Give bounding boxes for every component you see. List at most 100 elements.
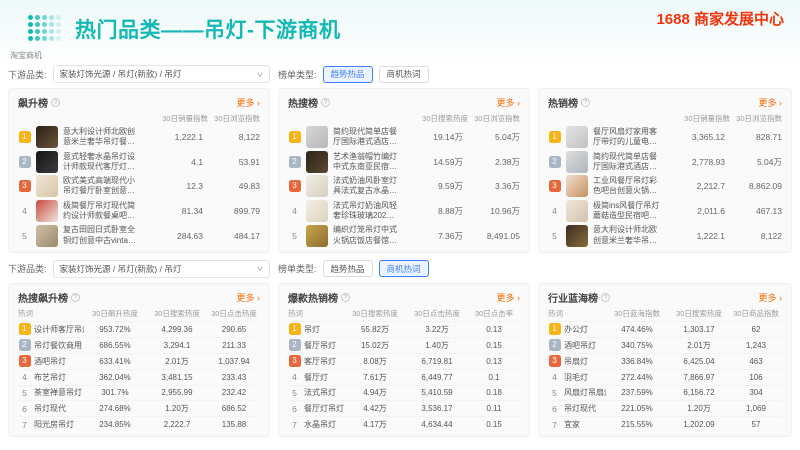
product-row[interactable]: 3 工业风餐厅吊灯彩色吧台创意火锅奶茶店铺超市单头灯理发店灯罩 2,212.7 … — [548, 174, 782, 199]
keyword-row[interactable]: 1设计师客厅吊灯 953.72% 4,299.36 290.65 — [18, 321, 260, 337]
category-select[interactable]: 家装灯饰光源 / 吊灯(新款) / 吊灯 ∨ — [53, 260, 270, 278]
metric-value-2: 1.40万 — [406, 340, 468, 351]
metric-value-1: 234.85% — [84, 420, 146, 429]
product-row[interactable]: 1 意大利设计师北欧创意米兰奢华吊灯餐厅客厅卧室复式楼梯纱玻璃吊灯 1,222.… — [18, 125, 260, 150]
rank-badge: 3 — [289, 180, 301, 192]
product-row[interactable]: 5 编织灯笼吊灯中式火锅店饭店餐馆竹艺灯店铺商用民宿茶室日式灯具 7.36万 8… — [288, 223, 520, 248]
keyword-row[interactable]: 3客厅吊灯 8.08万 6,719.81 0.13 — [288, 353, 520, 369]
metric-value-1: 215.55% — [606, 420, 668, 429]
keyword-row[interactable]: 7水晶吊灯 4.17万 4,634.44 0.15 — [288, 416, 520, 432]
product-thumbnail — [306, 126, 328, 148]
metric-value-3: 211.33 — [208, 341, 260, 350]
product-row[interactable]: 3 欧式美式高端现代小吊灯餐厅卧室创意个性北欧玉石水晶复古灯具 12.3 49.… — [18, 174, 260, 199]
keyword-text: 设计师客厅吊灯 — [34, 324, 84, 335]
info-icon[interactable]: ? — [601, 293, 610, 302]
metric-value-2: 3.36万 — [468, 180, 520, 192]
metric-value-2: 1.20万 — [668, 403, 730, 414]
product-row[interactable]: 2 艺术渔翁帽竹编灯中式东南亚民宿禅意灯日式餐厅民宿酒店竹艺吊灯 14.59万 … — [288, 150, 520, 175]
metric-value-2: 8,122 — [730, 231, 782, 241]
keyword-text: 酒吧吊灯 — [34, 356, 66, 367]
keyword-row[interactable]: 4餐厅灯 7.61万 6,449.77 0.1 — [288, 369, 520, 385]
rank-badge: 2 — [549, 339, 561, 351]
metric-value-1: 284.63 — [143, 231, 203, 241]
keyword-row[interactable]: 4羽毛灯 272.44% 7,866.97 106 — [548, 369, 782, 385]
info-icon[interactable]: ? — [341, 293, 350, 302]
metric-value-2: 1.20万 — [146, 403, 208, 414]
metric-value-2: 3,481.15 — [146, 373, 208, 382]
metric-value-1: 3,365.12 — [665, 132, 725, 142]
keyword-text: 办公灯 — [564, 324, 588, 335]
rank-badge: 3 — [549, 355, 561, 367]
product-title: 艺术渔翁帽竹编灯中式东南亚民宿禅意灯日式餐厅民宿酒店竹艺吊灯 — [333, 152, 398, 173]
type-option-趋势热品[interactable]: 趋势热品 — [323, 66, 373, 83]
keyword-row[interactable]: 2餐厅吊灯 15.02万 1.40万 0.15 — [288, 337, 520, 353]
brand-1688-label: 1688 商家发展中心 — [656, 8, 784, 29]
rank-number: 4 — [18, 206, 31, 216]
info-icon[interactable]: ? — [71, 293, 80, 302]
product-row[interactable]: 3 法式奶油风卧室灯具法式复古水晶吊灯2024新款客厅主卧餐厅中山灯具 9.59… — [288, 174, 520, 199]
type-option-商机热词[interactable]: 商机热词 — [379, 260, 429, 277]
rank-badge: 1 — [549, 131, 561, 143]
column-headers: 30日销量指数 30日浏览指数 — [18, 111, 260, 125]
keyword-row[interactable]: 6吊灯现代 221.05% 1.20万 1,069 — [548, 400, 782, 416]
keyword-row[interactable]: 7宜家 215.55% 1,202.09 57 — [548, 416, 782, 432]
info-icon[interactable]: ? — [51, 98, 60, 107]
keyword-row[interactable]: 6吊灯现代 274.68% 1.20万 686.52 — [18, 400, 260, 416]
metric-value-3: 1,037.94 — [208, 357, 260, 366]
info-icon[interactable]: ? — [581, 98, 590, 107]
keyword-row[interactable]: 3吊扇灯 336.84% 6,425.04 463 — [548, 353, 782, 369]
type-option-商机热词[interactable]: 商机热词 — [379, 66, 429, 83]
column-header: 30日浏览指数 — [730, 113, 782, 124]
product-row[interactable]: 4 极简餐厅吊灯现代简约设计师款餐桌吧台射灯创意轻奢一字长条灯具 81.34 8… — [18, 199, 260, 224]
keyword-row[interactable]: 5风扇灯吊扇灯 237.59% 6,156.72 304 — [548, 385, 782, 401]
more-link[interactable]: 更多 › — [759, 96, 783, 109]
info-icon[interactable]: ? — [321, 98, 330, 107]
keyword-row[interactable]: 2酒吧吊灯 340.75% 2.01万 1,243 — [548, 337, 782, 353]
metric-value-1: 9.59万 — [403, 180, 463, 192]
metric-value-1: 8.88万 — [403, 205, 463, 217]
more-link[interactable]: 更多 › — [237, 96, 261, 109]
product-row[interactable]: 1 简约现代简单店餐厅国际港式酒店用灯店铺商用灯创意个性球形橱窗灯具 19.14… — [288, 125, 520, 150]
type-option-趋势热品[interactable]: 趋势热品 — [323, 260, 373, 277]
metric-value-3: 463 — [730, 357, 782, 366]
column-header: 热词 — [18, 308, 84, 319]
product-row[interactable]: 1 餐厅风扇灯家用客厅带灯的儿童电扇小型卧室北欧吸顶灯 3,365.12 828… — [548, 125, 782, 150]
more-link[interactable]: 更多 › — [497, 291, 521, 304]
metric-value-1: 15.02万 — [344, 340, 406, 351]
more-link[interactable]: 更多 › — [497, 96, 521, 109]
keyword-text: 客厅吊灯 — [304, 356, 336, 367]
keyword-row[interactable]: 1吊灯 55.82万 3.22万 0.13 — [288, 321, 520, 337]
metric-value-1: 686.55% — [84, 341, 146, 350]
keyword-text: 宜家 — [564, 419, 580, 430]
category-select[interactable]: 家装灯饰光源 / 吊灯(新款) / 吊灯 ∨ — [53, 65, 270, 83]
keyword-row[interactable]: 1办公灯 474.46% 1,303.17 62 — [548, 321, 782, 337]
metric-value-2: 6,156.72 — [668, 388, 730, 397]
metric-value-2: 828.71 — [730, 132, 782, 142]
metric-value-2: 6,425.04 — [668, 357, 730, 366]
metric-value-3: 135.88 — [208, 420, 260, 429]
keyword-row[interactable]: 3酒吧吊灯 633.41% 2.01万 1,037.94 — [18, 353, 260, 369]
product-title: 简约现代简单店餐厅国际港式酒店用灯店铺商用灯创意个性球形橱窗灯具 — [593, 152, 660, 173]
keyword-row[interactable]: 5法式吊灯 4.94万 5,410.59 0.18 — [288, 385, 520, 401]
product-row[interactable]: 2 意式轻奢水晶吊灯设计师款现代客厅灯创意大气别墅豪宅酒店餐厅灯 4.1 53.… — [18, 150, 260, 175]
more-link[interactable]: 更多 › — [237, 291, 261, 304]
keyword-row[interactable]: 6餐厅灯吊灯 4.42万 3,536.17 0.11 — [288, 400, 520, 416]
keyword-row[interactable]: 4布艺吊灯 362.04% 3,481.15 233.43 — [18, 369, 260, 385]
keyword-row[interactable]: 5茶室禅意吊灯 301.7% 2,955.99 232.42 — [18, 385, 260, 401]
column-header: 30日浏览指数 — [208, 113, 260, 124]
metric-value-1: 2,778.93 — [665, 157, 725, 167]
product-row[interactable]: 4 极简ins风餐厅吊灯蘑菇造型民宿吧台灯创意个性设计师日式侘寂风 2,011.… — [548, 199, 782, 224]
keyword-row[interactable]: 2吊灯餐饮商用 686.55% 3,294.1 211.33 — [18, 337, 260, 353]
rank-number: 6 — [288, 404, 301, 414]
more-link[interactable]: 更多 › — [759, 291, 783, 304]
metric-value-3: 686.52 — [208, 404, 260, 413]
panel-hot-search-surge-list: 热搜飙升榜 ? 更多 › 热词 30日飙升热度 30日搜索热度 30日点击热度 … — [8, 283, 270, 437]
product-row[interactable]: 5 意大利设计师北欧创意米兰奢华吊灯餐厅客厅卧室复式楼梯纱玻璃吊灯 1,222.… — [548, 223, 782, 248]
product-row[interactable]: 4 法式吊灯奶油风轻奢珍珠玻璃2024年新款客厅卧室餐厅奶油风灯具 8.88万 … — [288, 199, 520, 224]
keyword-row[interactable]: 7阳光房吊灯 234.85% 2,222.7 135.88 — [18, 416, 260, 432]
product-row[interactable]: 5 复古田园日式卧室全铜灯创意中古vintage法式客厅设计师玻璃吊灯 284.… — [18, 223, 260, 248]
rank-number: 7 — [548, 420, 561, 430]
panel-bestseller-keyword-list: 爆款热销榜 ? 更多 › 热词 30日搜索热度 30日点击热度 30日点击率 1… — [278, 283, 530, 437]
keyword-text: 吊灯现代 — [564, 403, 596, 414]
product-row[interactable]: 2 简约现代简单店餐厅国际港式酒店用灯店铺商用灯创意个性球形橱窗灯具 2,778… — [548, 150, 782, 175]
